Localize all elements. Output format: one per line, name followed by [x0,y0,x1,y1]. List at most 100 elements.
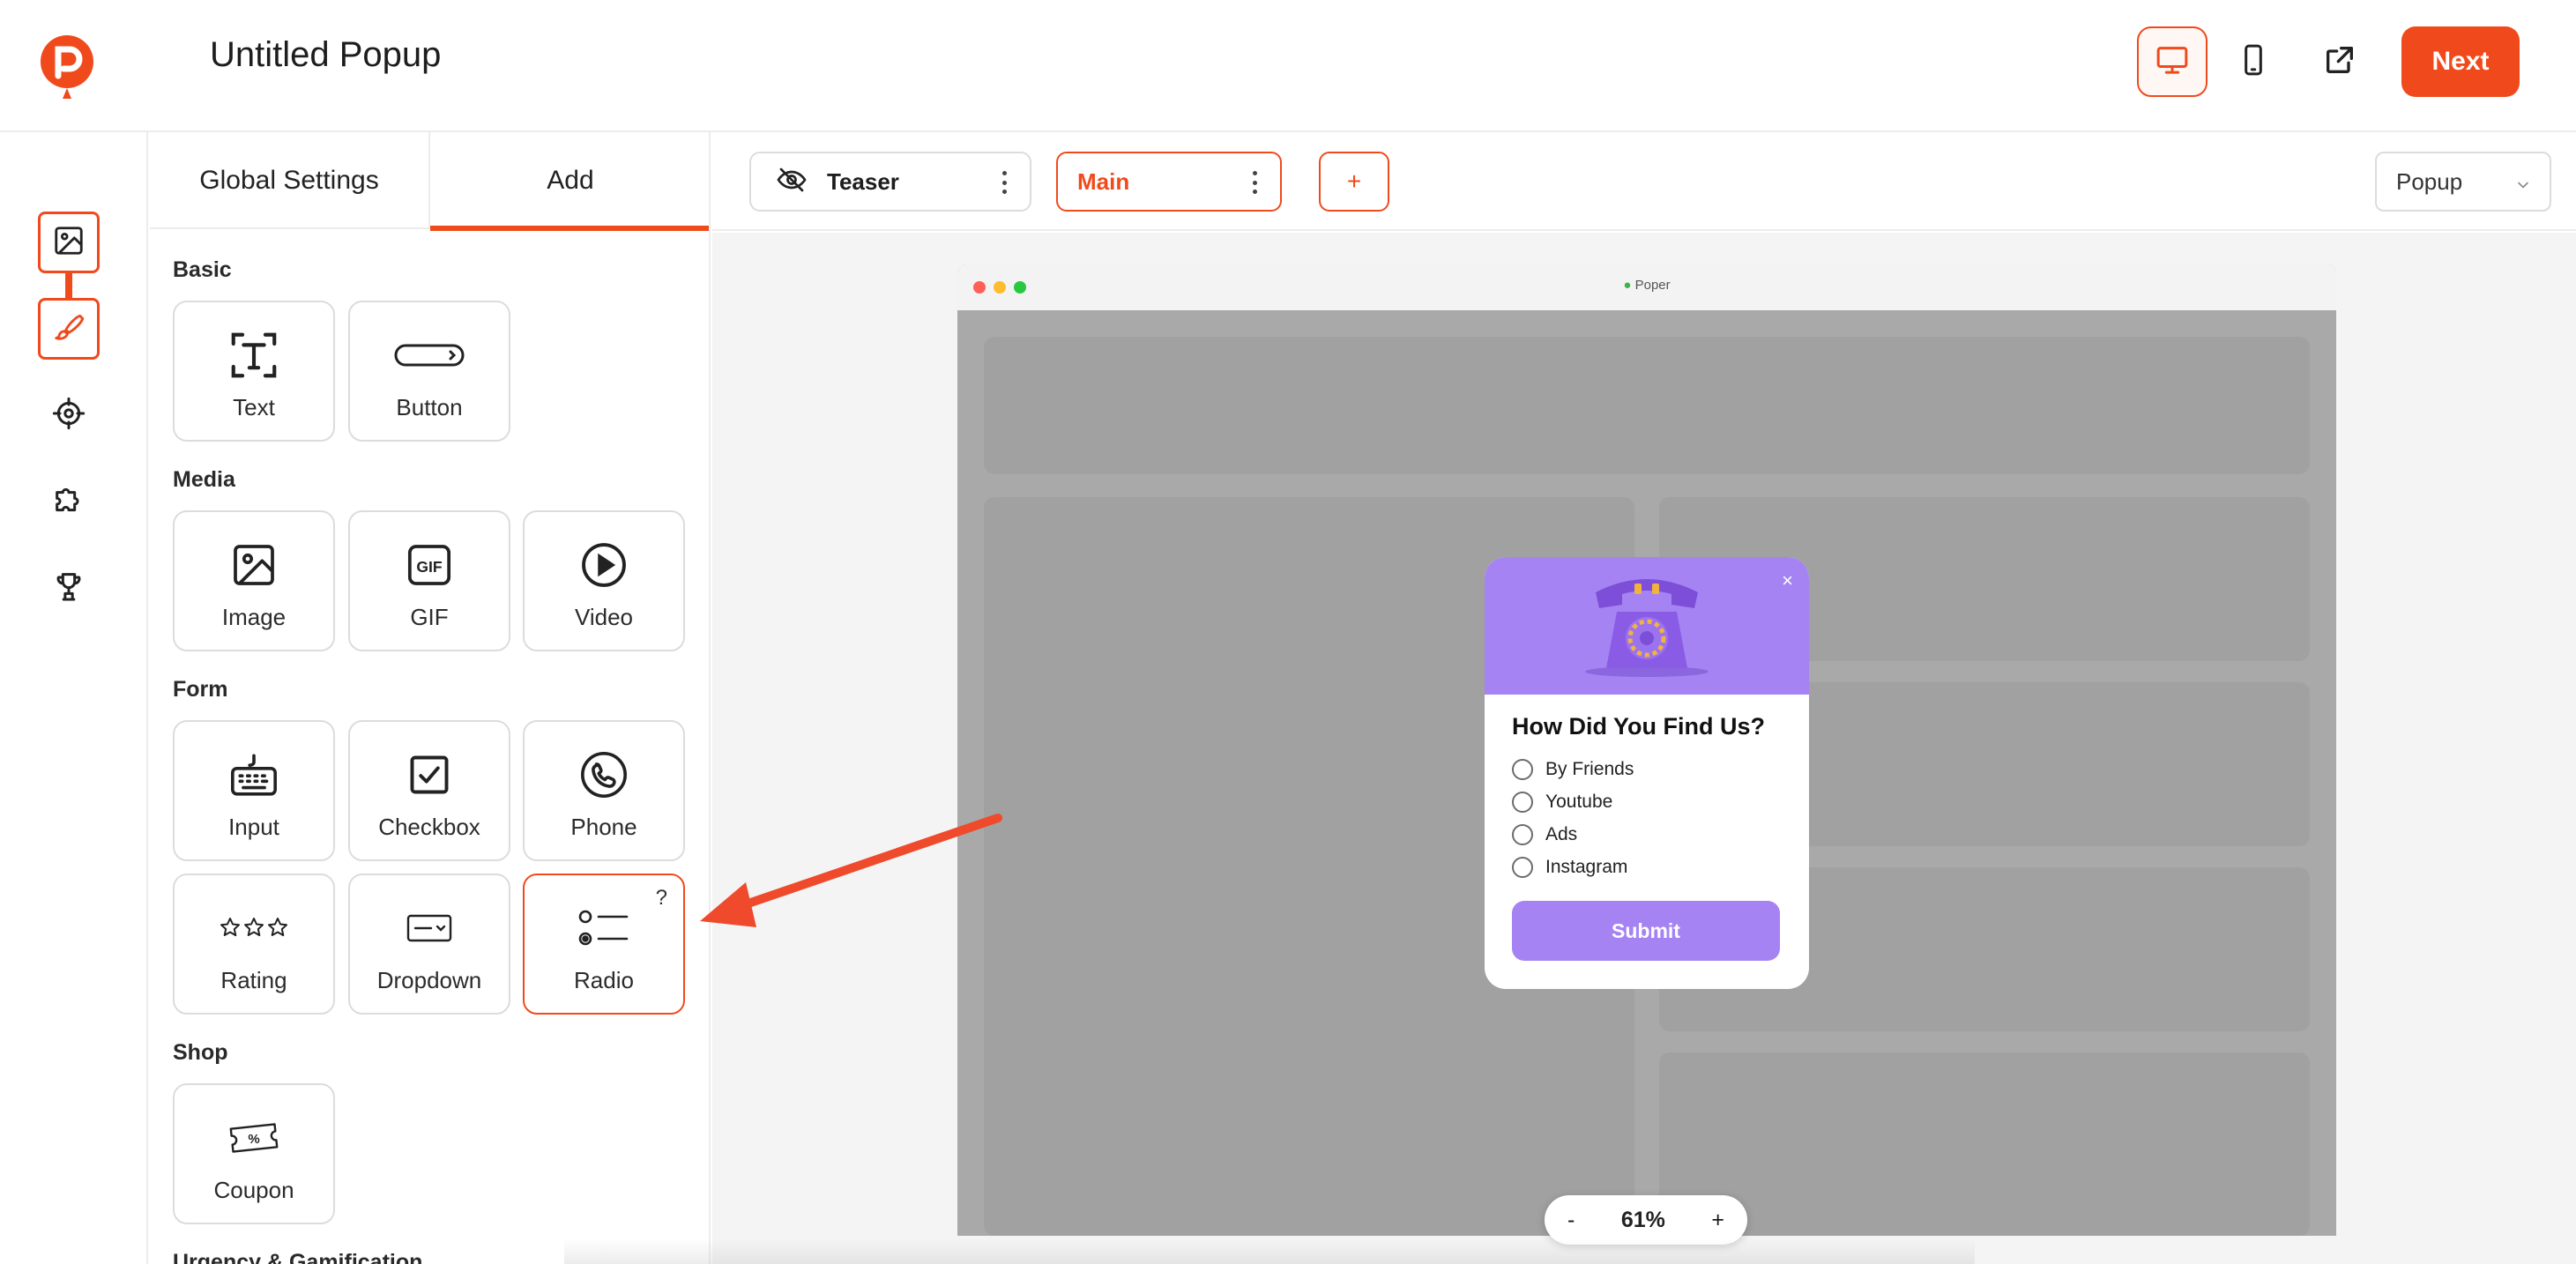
radio-circle-icon [1512,857,1533,878]
popup-hero-image: × [1485,557,1809,695]
chevron-down-icon [2514,173,2532,200]
brush-icon [52,310,86,348]
popup-type-value: Popup [2396,167,2463,195]
element-input-tile[interactable]: Input [173,720,335,861]
top-bar: Untitled Popup Next [0,0,2576,132]
stars-icon [175,898,333,958]
step-tab-teaser[interactable]: Teaser [749,152,1031,212]
element-coupon-tile[interactable]: % Coupon [173,1083,335,1224]
zoom-level: 61% [1620,1207,1665,1232]
popup-type-select[interactable]: Popup [2375,152,2551,212]
rail-integrations-button[interactable] [38,471,100,532]
tile-label: Coupon [213,1177,294,1203]
rail-goals-button[interactable] [38,557,100,619]
radio-circle-icon [1512,824,1533,845]
rail-targeting-button[interactable] [38,384,100,446]
desktop-view-button[interactable] [2137,26,2207,97]
section-urgency-title: Urgency & Gamification [173,1250,423,1264]
play-icon [525,535,683,595]
checkbox-icon [350,745,509,805]
button-shape-icon [350,325,509,385]
popup-preview[interactable]: × How Did You Find Us? By Friends Youtub… [1485,557,1809,989]
more-vertical-icon[interactable] [1001,171,1007,194]
radio-option-label: Ads [1545,824,1578,844]
radio-circle-icon [1512,759,1533,780]
keyboard-icon [175,745,333,805]
puzzle-icon [51,482,86,522]
browser-toolbar: ● Poper [957,264,2336,310]
trophy-icon [51,569,86,608]
tile-label: Phone [570,814,637,840]
coupon-icon: % [175,1108,333,1168]
tile-label: Checkbox [378,814,480,840]
rail-connector [65,273,72,298]
element-rating-tile[interactable]: Rating [173,874,335,1015]
section-form-title: Form [173,677,228,702]
placeholder-block [1659,1052,2310,1236]
radio-option-label: Instagram [1545,857,1628,877]
text-icon [175,325,333,385]
add-step-button[interactable]: + [1319,152,1389,212]
element-video-tile[interactable]: Video [523,510,685,651]
tile-label: GIF [410,604,449,630]
zoom-in-button[interactable]: + [1711,1208,1724,1233]
popup-title[interactable]: Untitled Popup [210,35,441,75]
more-vertical-icon[interactable] [1252,171,1257,194]
svg-text:%: % [248,1132,259,1147]
element-radio-tile[interactable]: ? Radio [523,874,685,1015]
telephone-icon [1585,579,1709,677]
eye-off-icon[interactable] [776,164,808,200]
radio-option[interactable]: By Friends [1512,756,1634,783]
bottom-shadow [564,1238,1975,1264]
tile-label: Input [228,814,279,840]
step-tab-main[interactable]: Main [1056,152,1282,212]
next-button[interactable]: Next [2401,26,2520,97]
radio-option[interactable]: Ads [1512,822,1577,848]
zoom-control: - 61% + [1545,1195,1747,1245]
element-text-tile[interactable]: Text [173,301,335,442]
tab-add[interactable]: Add [430,132,709,231]
image-icon [175,535,333,595]
rail-style-button[interactable] [38,298,100,360]
tile-label: Video [574,604,634,630]
mobile-view-button[interactable] [2218,26,2289,97]
zoom-out-button[interactable]: - [1567,1208,1575,1233]
browser-url: ● Poper [1623,278,1671,293]
element-image-tile[interactable]: Image [173,510,335,651]
poper-logo-icon[interactable] [39,30,95,104]
left-rail [0,132,148,1264]
placeholder-block [984,337,2310,474]
elements-panel: Global Settings Add Basic Text Button Me… [150,132,711,1264]
tile-label: Button [396,394,463,420]
rail-design-button[interactable] [38,212,100,273]
close-icon[interactable]: × [1782,569,1793,592]
section-basic-title: Basic [173,257,232,282]
target-icon [51,396,86,435]
lock-icon: ● [1623,278,1632,293]
image-icon [52,224,86,262]
section-shop-title: Shop [173,1040,228,1065]
submit-button[interactable]: Submit [1512,901,1780,961]
element-checkbox-tile[interactable]: Checkbox [348,720,510,861]
preview-external-button[interactable] [2304,26,2375,97]
element-dropdown-tile[interactable]: Dropdown [348,874,510,1015]
element-phone-tile[interactable]: Phone [523,720,685,861]
step-tab-label: Main [1077,167,1130,195]
dropdown-icon [350,898,509,958]
element-button-tile[interactable]: Button [348,301,510,442]
element-gif-tile[interactable]: GIF GIF [348,510,510,651]
mobile-icon [2236,42,2271,82]
radio-option[interactable]: Instagram [1512,854,1627,881]
tab-global-settings[interactable]: Global Settings [150,132,430,229]
radio-list-icon [525,898,683,958]
svg-text:GIF: GIF [416,558,442,576]
radio-option-label: By Friends [1545,759,1634,779]
radio-option[interactable]: Youtube [1512,789,1612,815]
external-link-icon [2322,42,2357,82]
radio-option-label: Youtube [1545,792,1613,812]
popup-question[interactable]: How Did You Find Us? [1512,713,1765,740]
tile-label: Dropdown [376,967,482,993]
section-media-title: Media [173,467,235,492]
step-tab-label: Teaser [827,167,899,195]
tile-label: Text [233,394,275,420]
